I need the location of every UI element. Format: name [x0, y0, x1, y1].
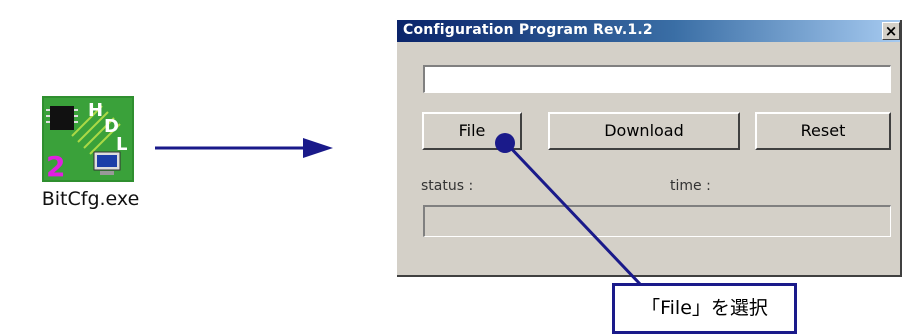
callout-box: 「File」を選択	[612, 283, 797, 334]
